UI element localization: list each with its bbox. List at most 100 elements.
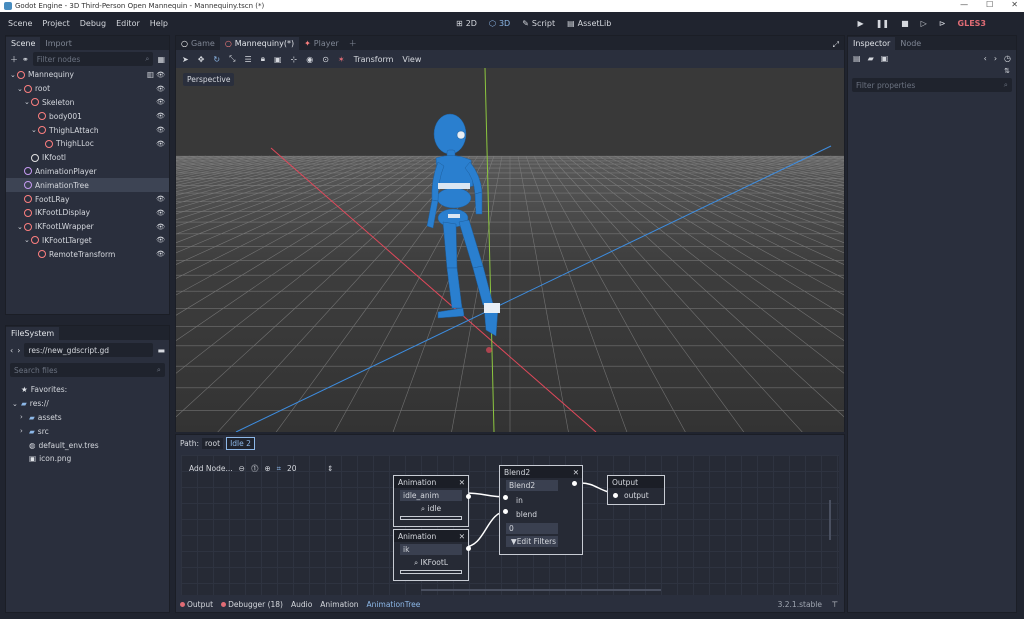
visibility-eye-icon[interactable]: 👁︎ [156,126,165,134]
blend-port[interactable] [503,509,508,514]
graph-hscrollbar[interactable] [421,589,661,591]
fullscreen-icon[interactable]: ⤢ [828,40,844,50]
menu-editor[interactable]: Editor [116,19,140,28]
blend-tree-graph[interactable]: Add Node... ⊖ ⓵ ⊕ ⌗ 20 ⇕ Animation ✕ idle… [181,455,839,595]
filesystem-item[interactable]: ◍ default_env.tres [6,438,169,452]
view-menu[interactable]: View [402,55,421,64]
new-resource-icon[interactable]: ▤ [853,54,861,63]
move-tool-icon[interactable]: ✥ [198,55,205,64]
history-icon[interactable]: ◷ [1004,54,1011,63]
maximize-icon[interactable]: ☐ [986,0,993,9]
edit-filters-button[interactable]: ▼ Edit Filters [506,536,558,547]
scene-tree-item[interactable]: IKfootl [6,151,169,165]
expand-arrow-icon[interactable]: › [20,413,26,421]
script-attach-icon[interactable]: ▦ [157,55,165,64]
close-icon[interactable]: ✕ [1011,0,1018,9]
pivot-icon[interactable]: ⊙ [322,55,329,64]
pin-panel-icon[interactable]: ⊤ [831,600,838,609]
animation-name-field[interactable]: idle_anim [400,490,462,501]
transform-menu[interactable]: Transform [354,55,394,64]
rotate-tool-icon[interactable]: ↻ [213,55,220,64]
tab-inspector[interactable]: Inspector [848,37,896,50]
history-forward-icon[interactable]: › [994,54,997,63]
tab-audio[interactable]: Audio [291,600,312,609]
tab-node[interactable]: Node [895,37,926,50]
split-view-icon[interactable]: ▬ [157,346,165,355]
group-icon[interactable]: ▣ [274,55,282,64]
filesystem-item[interactable]: ★ Favorites: [6,383,169,397]
scale-tool-icon[interactable]: ⤡ [229,54,235,64]
graph-vscrollbar[interactable] [829,500,831,540]
workspace-assetlib[interactable]: ▤ AssetLib [567,19,611,28]
path-field[interactable]: res://new_gdscript.gd [24,343,154,357]
scene-tree-item[interactable]: ⌄ ThighLAttach 👁︎ [6,123,169,137]
scene-tree-item[interactable]: ⌄ root 👁︎ [6,82,169,96]
output-port[interactable] [572,481,577,486]
filesystem-item[interactable]: ▣ icon.png [6,452,169,466]
close-node-icon[interactable]: ✕ [573,468,579,477]
new-tab-button[interactable]: ＋ [344,37,362,50]
stop-icon[interactable]: ■ [901,19,909,28]
expand-arrow-icon[interactable]: ⌄ [17,85,24,93]
blend-amount-field[interactable]: 0 [506,523,558,534]
expand-arrow-icon[interactable]: ⌄ [24,98,31,106]
animation-node-ik[interactable]: Animation ✕ ik ⌕ IKFootL [393,529,471,581]
expand-arrow-icon[interactable]: ⌄ [17,223,24,231]
skeleton-icon[interactable]: ✶ [338,55,345,64]
tab-mannequiny[interactable]: ○ Mannequiny(*) [219,37,300,50]
path-idle2-button[interactable]: Idle 2 [226,436,255,450]
tab-game[interactable]: ○ Game [176,37,220,50]
save-resource-icon[interactable]: ▣ [881,54,889,63]
menu-project[interactable]: Project [42,19,69,28]
close-node-icon[interactable]: ✕ [459,532,465,541]
script-icon[interactable]: ▥ [147,70,154,79]
menu-debug[interactable]: Debug [80,19,106,28]
visibility-eye-icon[interactable]: 👁︎ [156,98,165,106]
in-port[interactable] [503,495,508,500]
visibility-eye-icon[interactable]: 👁︎ [156,223,165,231]
output-port[interactable] [466,494,471,499]
play-ik-button[interactable]: ⌕ IKFootL [394,558,468,568]
sort-icon[interactable]: ⇅ [848,67,1016,75]
scene-tree-item[interactable]: AnimationPlayer [6,165,169,179]
scene-tree-item[interactable]: body001 👁︎ [6,109,169,123]
tab-output[interactable]: Output [180,600,213,609]
local-space-icon[interactable]: ◉ [306,55,313,64]
workspace-3d[interactable]: ⬡ 3D [489,19,510,28]
scene-tree-item[interactable]: ⌄ IKFootLWrapper 👁︎ [6,220,169,234]
filter-properties-input[interactable]: Filter properties ⌕ [852,78,1012,92]
scene-tree-item[interactable]: IKFootLDisplay 👁︎ [6,206,169,220]
visibility-eye-icon[interactable]: 👁︎ [156,195,165,203]
play-scene-icon[interactable]: ▷ [921,19,927,28]
path-root-button[interactable]: root [202,437,224,449]
scene-tree-item[interactable]: ⌄ Skeleton 👁︎ [6,96,169,110]
open-resource-icon[interactable]: ▰ [868,54,874,63]
animation-name-field[interactable]: ik [400,544,462,555]
minimize-icon[interactable]: — [960,0,968,9]
expand-arrow-icon[interactable]: ⌄ [31,126,38,134]
filesystem-item[interactable]: › ▰ src [6,424,169,438]
forward-icon[interactable]: › [17,346,20,355]
filesystem-item[interactable]: › ▰ assets [6,411,169,425]
workspace-script[interactable]: ✎ Script [522,19,555,28]
visibility-eye-icon[interactable]: 👁︎ [156,250,165,258]
scene-tree-item[interactable]: FootLRay 👁︎ [6,192,169,206]
animation-node-idle[interactable]: Animation ✕ idle_anim ⌕ idle [393,475,471,527]
scene-tree-item[interactable]: ⌄ Mannequiny ▥ 👁︎ [6,68,169,82]
visibility-eye-icon[interactable]: 👁︎ [156,112,165,120]
expand-arrow-icon[interactable]: ⌄ [12,400,18,408]
input-port[interactable] [613,493,618,498]
3d-viewport[interactable]: Perspective [176,68,844,432]
visibility-eye-icon[interactable]: 👁︎ [156,85,165,93]
play-icon[interactable]: ▶ [858,19,864,28]
play-custom-icon[interactable]: ⊳ [939,19,946,28]
link-icon[interactable]: ⚭ [22,55,29,64]
scene-tree-item[interactable]: ⌄ IKFootLTarget 👁︎ [6,234,169,248]
select-tool-icon[interactable]: ➤ [182,55,189,64]
add-node-icon[interactable]: ＋ [10,54,18,65]
tab-scene[interactable]: Scene [6,37,41,50]
list-select-icon[interactable]: ☰ [245,55,252,64]
visibility-eye-icon[interactable]: 👁︎ [156,140,165,148]
workspace-2d[interactable]: ⊞ 2D [456,19,477,28]
visibility-eye-icon[interactable]: 👁︎ [156,236,165,244]
